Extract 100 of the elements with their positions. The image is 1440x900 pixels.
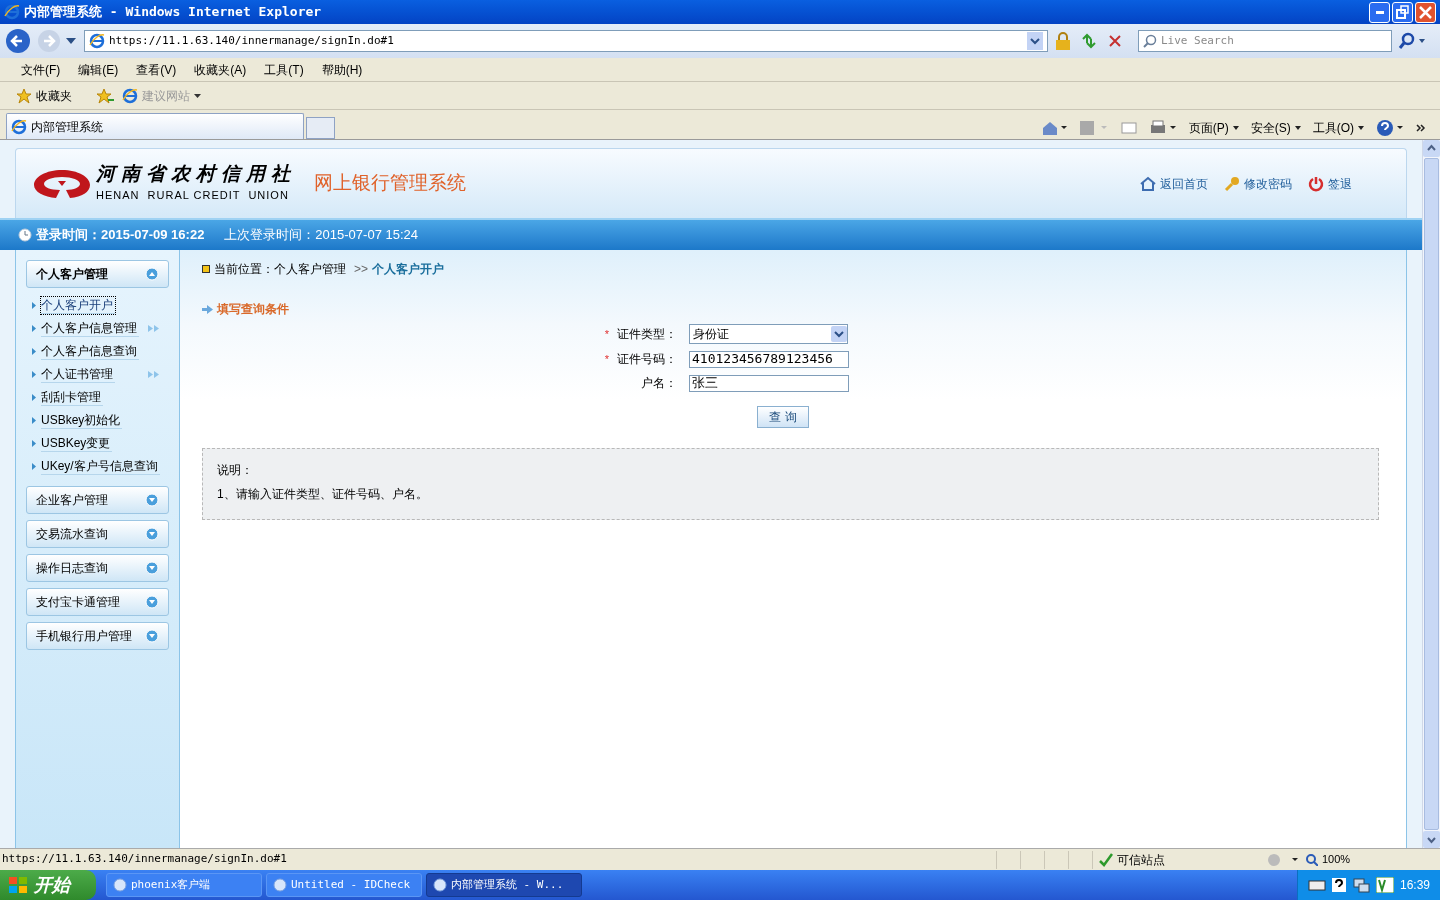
breadcrumb-separator: >> bbox=[354, 261, 368, 278]
query-button[interactable]: 查 询 bbox=[757, 406, 809, 428]
sidebar-item[interactable]: UKey/客户号信息查询 bbox=[41, 458, 160, 475]
breadcrumb-text: 当前位置：个人客户管理 bbox=[214, 261, 346, 278]
command-button[interactable]: 工具(O) bbox=[1312, 119, 1364, 137]
menu-item[interactable]: 帮助(H) bbox=[320, 60, 364, 79]
header-link[interactable]: 修改密码 bbox=[1224, 174, 1292, 193]
app-icon bbox=[433, 878, 447, 892]
ie-logo-icon bbox=[4, 4, 20, 20]
browser-tab[interactable]: 内部管理系统 bbox=[6, 113, 304, 139]
arrow-icon bbox=[202, 304, 213, 314]
status-url: https://11.1.63.140/innermanage/signIn.do#1 bbox=[1, 851, 288, 868]
sidebar-section-header[interactable]: 个人客户管理 bbox=[26, 260, 169, 288]
clock-icon bbox=[18, 228, 32, 242]
taskbar-button[interactable]: 内部管理系统 - W... bbox=[426, 873, 582, 897]
sidebar-item[interactable]: USBkey初始化 bbox=[41, 412, 123, 429]
search-box[interactable]: Live Search bbox=[1138, 30, 1392, 52]
command-button[interactable]: 安全(S) bbox=[1250, 119, 1301, 137]
close-icon bbox=[1419, 5, 1432, 19]
bullet-arrow-icon bbox=[32, 302, 36, 309]
section-title: 填写查询条件 bbox=[217, 301, 289, 318]
menu-item[interactable]: 查看(V) bbox=[135, 60, 178, 79]
expand-icon bbox=[145, 561, 159, 575]
start-button[interactable]: 开始 bbox=[0, 870, 96, 900]
menu-item[interactable]: 编辑(E) bbox=[77, 60, 120, 79]
note-title: 说明： bbox=[217, 462, 254, 479]
power-icon bbox=[1308, 175, 1324, 192]
field-label: 证件号码： bbox=[617, 351, 677, 368]
menu-item[interactable]: 文件(F) bbox=[20, 60, 62, 79]
bullet-arrow-icon bbox=[32, 394, 36, 401]
sidebar-item[interactable]: 个人客户信息管理 bbox=[41, 320, 139, 337]
expand-icon bbox=[145, 629, 159, 643]
header-link[interactable]: 签退 bbox=[1308, 174, 1352, 193]
add-favorite-icon[interactable] bbox=[96, 87, 114, 104]
sidebar-section-header[interactable]: 操作日志查询 bbox=[26, 554, 169, 582]
help-icon[interactable] bbox=[1331, 878, 1346, 892]
back-button[interactable] bbox=[4, 27, 32, 55]
sidebar-item[interactable]: 刮刮卡管理 bbox=[41, 389, 103, 406]
login-time: 登录时间：2015-07-09 16:22 bbox=[36, 226, 205, 245]
sidebar-item[interactable]: 个人客户开户 bbox=[41, 297, 115, 314]
zoom-button[interactable]: 100% bbox=[1306, 851, 1382, 868]
page-icon bbox=[89, 33, 105, 49]
restore-button[interactable] bbox=[1392, 1, 1413, 23]
id-type-dropdown[interactable]: 身份证 bbox=[689, 324, 848, 344]
help-icon[interactable] bbox=[1376, 119, 1404, 137]
dropdown-arrow-icon[interactable] bbox=[66, 37, 76, 45]
home-icon[interactable] bbox=[1040, 120, 1067, 136]
breadcrumb-current: 个人客户开户 bbox=[372, 261, 444, 278]
keyboard-icon[interactable] bbox=[1307, 879, 1326, 891]
header-link[interactable]: 返回首页 bbox=[1140, 174, 1208, 193]
bullet-arrow-icon bbox=[32, 348, 36, 355]
page-icon bbox=[11, 118, 27, 135]
security-zone: 可信站点 bbox=[1117, 851, 1165, 869]
text-input-field[interactable]: 张三 bbox=[689, 374, 849, 392]
app-icon bbox=[273, 878, 287, 892]
sidebar-item[interactable]: 个人客户信息查询 bbox=[41, 343, 139, 360]
close-button[interactable] bbox=[1415, 1, 1436, 23]
bullet-arrow-icon bbox=[32, 325, 36, 332]
expand-icon bbox=[145, 493, 159, 507]
favorites-button[interactable]: 收藏夹 bbox=[16, 86, 72, 105]
bullet-arrow-icon bbox=[32, 463, 36, 470]
minimize-icon bbox=[1375, 9, 1384, 15]
sidebar-item[interactable]: USBKey变更 bbox=[41, 435, 113, 452]
menu-item[interactable]: 工具(T) bbox=[263, 60, 305, 79]
caret-icon bbox=[1358, 126, 1364, 130]
last-login-time: 上次登录时间：2015-07-07 15:24 bbox=[224, 226, 418, 245]
search-field[interactable]: Live Search bbox=[1161, 32, 1387, 50]
app-icon bbox=[113, 878, 127, 892]
printer-icon[interactable] bbox=[1148, 120, 1177, 136]
sidebar-section-header[interactable]: 支付宝卡通管理 bbox=[26, 588, 169, 616]
scroll-down-icon bbox=[1423, 831, 1440, 848]
sidebar-section-header[interactable]: 企业客户管理 bbox=[26, 486, 169, 514]
address-bar[interactable]: https://11.1.63.140/innermanage/signIn.do#1 bbox=[84, 30, 1048, 52]
scroll-thumb[interactable] bbox=[1424, 158, 1439, 830]
expand-icon bbox=[145, 595, 159, 609]
sidebar-item[interactable]: 个人证书管理 bbox=[41, 366, 115, 383]
taskbar-button[interactable]: phoenix客户端 bbox=[106, 873, 262, 897]
minimize-button[interactable] bbox=[1369, 1, 1390, 23]
command-button[interactable]: 页面(P) bbox=[1188, 119, 1239, 137]
clock: 16:39 bbox=[1399, 877, 1430, 894]
square-marker-icon bbox=[202, 265, 210, 273]
windows-logo-icon bbox=[8, 876, 28, 894]
scrollbar[interactable] bbox=[1422, 140, 1440, 848]
sidebar-section-header[interactable]: 交易流水查询 bbox=[26, 520, 169, 548]
taskbar-button[interactable]: Untitled - IDCheck bbox=[266, 873, 422, 897]
text-input-field[interactable]: 410123456789123456 bbox=[689, 350, 849, 368]
collapse-icon bbox=[145, 267, 159, 281]
caret-icon bbox=[1232, 126, 1239, 130]
sidebar-section-header[interactable]: 手机银行用户管理 bbox=[26, 622, 169, 650]
network-icon[interactable] bbox=[1351, 877, 1370, 893]
checkmark-icon bbox=[1099, 852, 1113, 867]
zoom-icon bbox=[1306, 853, 1318, 866]
required-mark: * bbox=[604, 326, 609, 342]
caret-icon bbox=[194, 93, 201, 98]
expand-icon bbox=[145, 527, 159, 541]
menu-item[interactable]: 收藏夹(A) bbox=[193, 60, 248, 79]
star-icon bbox=[16, 87, 32, 104]
field-label: 户名： bbox=[641, 375, 677, 392]
brand-name: 河南省农村信用社 bbox=[96, 163, 296, 183]
chevrons-icon[interactable] bbox=[1416, 123, 1426, 133]
